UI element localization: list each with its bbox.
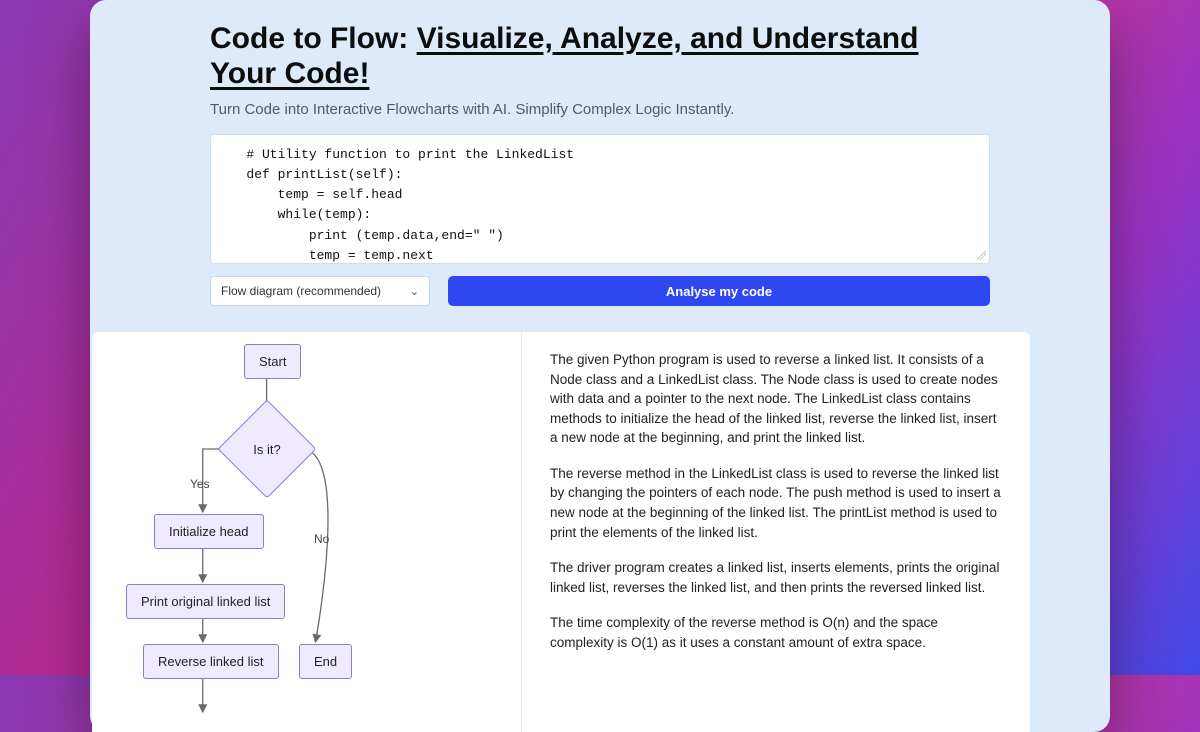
- flow-edge-no: No: [314, 532, 329, 546]
- code-line: temp = temp.next: [223, 246, 977, 264]
- chevron-down-icon: ⌄: [410, 285, 419, 298]
- code-line: def printList(self):: [223, 165, 977, 185]
- title-plain: Code to Flow:: [210, 22, 417, 55]
- flow-init-head-node: Initialize head: [154, 514, 264, 549]
- flow-decision-node: Is it?: [232, 414, 302, 484]
- page-subtitle: Turn Code into Interactive Flowcharts wi…: [210, 101, 990, 118]
- page-title: Code to Flow: Visualize, Analyze, and Un…: [210, 22, 990, 91]
- controls-row: Flow diagram (recommended) ⌄ Analyse my …: [210, 276, 990, 306]
- explanation-paragraph: The given Python program is used to reve…: [550, 350, 1002, 448]
- code-line: while(temp):: [223, 205, 977, 225]
- explanation-paragraph: The reverse method in the LinkedList cla…: [550, 464, 1002, 542]
- diagram-type-select[interactable]: Flow diagram (recommended) ⌄: [210, 276, 430, 306]
- select-value: Flow diagram (recommended): [221, 284, 381, 298]
- code-input[interactable]: # Utility function to print the LinkedLi…: [210, 134, 990, 264]
- code-line: temp = self.head: [223, 185, 977, 205]
- code-line: # Utility function to print the LinkedLi…: [223, 145, 977, 165]
- flow-edge-yes: Yes: [190, 477, 210, 491]
- flow-reverse-node: Reverse linked list: [143, 644, 279, 679]
- code-line: print (temp.data,end=" "): [223, 226, 977, 246]
- flow-end-node: End: [299, 644, 352, 679]
- flowchart-panel: Start Is it? Yes No Initialize head Prin…: [92, 332, 522, 732]
- explanation-paragraph: The driver program creates a linked list…: [550, 558, 1002, 597]
- flow-print-original-node: Print original linked list: [126, 584, 285, 619]
- results-panel: Start Is it? Yes No Initialize head Prin…: [92, 332, 1030, 732]
- app-window: Code to Flow: Visualize, Analyze, and Un…: [90, 0, 1110, 732]
- analyze-button[interactable]: Analyse my code: [448, 276, 990, 306]
- flow-start-node: Start: [244, 344, 301, 379]
- explanation-paragraph: The time complexity of the reverse metho…: [550, 613, 1002, 652]
- explanation-panel: The given Python program is used to reve…: [522, 332, 1030, 732]
